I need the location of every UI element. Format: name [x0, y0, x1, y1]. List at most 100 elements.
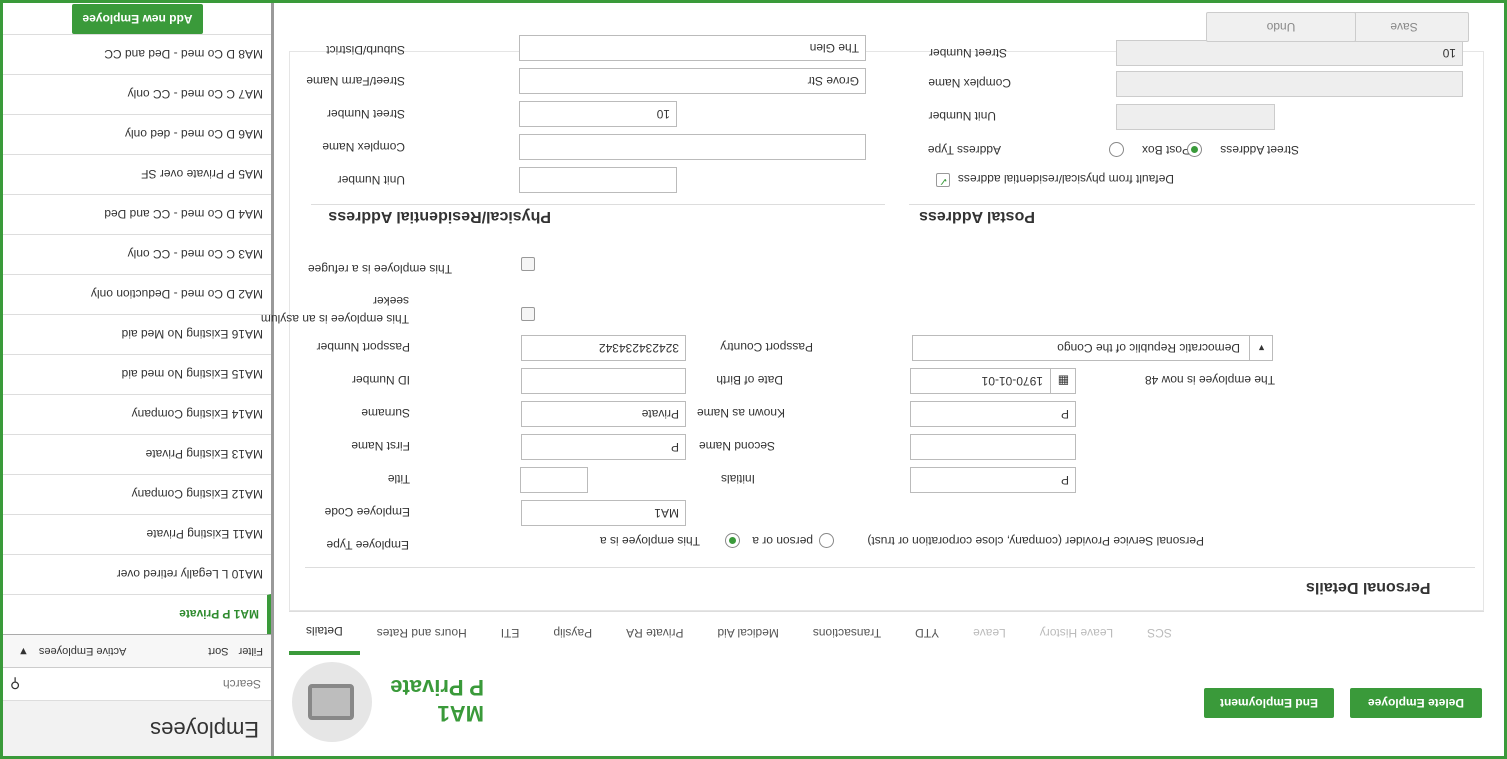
psp-radio[interactable] [819, 533, 834, 548]
employee-sidebar: Employees ⚲ Filter Sort Active Employees… [0, 3, 274, 756]
list-item[interactable]: MA15 Existing No med aid [1, 354, 271, 394]
filter-bar: Filter Sort Active Employees ▼ [0, 634, 271, 667]
list-item[interactable]: MA7 C Co med - CC only [1, 74, 271, 114]
tab-hours-and-rates[interactable]: Hours and Rates [360, 612, 484, 656]
employee-code-field[interactable]: MA1 [521, 500, 686, 526]
unit-number-field[interactable] [519, 167, 677, 193]
list-item[interactable]: MA1 P Private [1, 594, 271, 634]
list-item[interactable]: MA5 P Private over SF [1, 154, 271, 194]
default-address-checkbox[interactable]: ✓ [936, 173, 950, 187]
tab-payslip[interactable]: Payslip [536, 612, 609, 656]
person-radio[interactable] [725, 533, 740, 548]
tab-medical-aid[interactable]: Medical Aid [700, 612, 795, 656]
tab-scs[interactable]: SCS [1130, 612, 1189, 656]
asylum-label: This employee is an asylum seeker [260, 294, 409, 326]
second-name-label: Second Name [698, 439, 775, 453]
filter-dropdown[interactable]: Active Employees [39, 645, 126, 657]
complex-name-field[interactable] [519, 134, 866, 160]
unit-number-label: Unit Number [337, 173, 405, 187]
known-as-label: Known as Name [696, 406, 785, 420]
second-name-field[interactable] [910, 434, 1076, 460]
list-item[interactable]: MA3 C Co med - CC only [1, 234, 271, 274]
sort-link[interactable]: Sort [208, 645, 228, 657]
title-label: Title [387, 472, 410, 486]
list-item[interactable]: MA2 D Co med - Deduction only [1, 274, 271, 314]
street-address-label: Street Address [1220, 143, 1299, 157]
street-name-field[interactable]: Grove Str [519, 68, 866, 94]
surname-field[interactable]: Private [521, 401, 686, 427]
complex-name-label: Complex Name [322, 140, 405, 154]
employee-name-title: P Private [390, 675, 484, 700]
default-address-label: Default from physical/residential addres… [957, 172, 1174, 186]
save-button[interactable]: Save [1339, 12, 1469, 42]
tab-bar: Details Hours and Rates ETI Payslip Priv… [289, 611, 1484, 656]
list-item[interactable]: MA8 D Co med - Ded and CC [1, 34, 271, 74]
post-box-radio[interactable] [1109, 142, 1124, 157]
postal-unit-number-label: Unit Number [928, 109, 996, 123]
tab-leave-history[interactable]: Leave History [1023, 612, 1130, 656]
known-as-field[interactable]: P [910, 401, 1076, 427]
main-panel: MA1 P Private Delete Employee End Employ… [261, 3, 1504, 756]
filter-link[interactable]: Filter [239, 645, 263, 657]
list-item[interactable]: MA11 Existing Private [1, 514, 271, 554]
initials-field[interactable]: P [910, 467, 1076, 493]
list-item[interactable]: MA14 Existing Company [1, 394, 271, 434]
list-item[interactable]: MA13 Existing Private [1, 434, 271, 474]
id-number-field[interactable] [521, 368, 686, 394]
psp-radio-label: Personal Service Provider (company, clos… [867, 534, 1204, 548]
checkmark-icon: ✓ [938, 175, 948, 187]
postal-unit-number-field[interactable] [1116, 104, 1275, 130]
sidebar-title: Employees [0, 700, 271, 756]
chevron-down-icon[interactable]: ▼ [1249, 335, 1273, 361]
age-text: The employee is now 48 [1144, 373, 1275, 387]
list-item[interactable]: MA12 Existing Company [1, 474, 271, 514]
search-icon[interactable]: ⚲ [10, 676, 20, 693]
postal-complex-name-field[interactable] [1116, 71, 1463, 97]
passport-country-label: Passport Country [720, 340, 813, 354]
tab-private-ra[interactable]: Private RA [609, 612, 700, 656]
id-number-label: ID Number [351, 373, 410, 387]
list-item[interactable]: MA16 Existing No Med aid [1, 314, 271, 354]
passport-country-select[interactable]: Democratic Republic of the Congo [912, 335, 1273, 361]
tab-details[interactable]: Details [289, 611, 360, 656]
undo-button[interactable]: Undo [1206, 12, 1356, 42]
list-item[interactable]: MA10 L Legally retired over [1, 554, 271, 594]
post-box-label: Post Box [1141, 143, 1190, 157]
employee-title: MA1 P Private [390, 674, 484, 726]
passport-number-label: Passport Number [316, 340, 410, 354]
refugee-label: This employee is a refugee [307, 262, 452, 276]
postal-complex-name-label: Complex Name [928, 76, 1011, 90]
end-employment-button[interactable]: End Employment [1204, 688, 1334, 718]
tab-leave[interactable]: Leave [956, 612, 1023, 656]
passport-number-field[interactable]: 324234234342 [521, 335, 686, 361]
employee-list: MA1 P Private MA10 L Legally retired ove… [0, 34, 271, 634]
calendar-icon[interactable]: ▦ [1050, 368, 1076, 394]
tab-ytd[interactable]: YTD [898, 612, 956, 656]
physical-address-title: Physical/Residential Address [328, 208, 551, 225]
street-number-field[interactable]: 10 [519, 101, 677, 127]
add-employee-button[interactable]: Add new Employee [72, 4, 203, 34]
employee-code-label: Employee Code [324, 505, 410, 519]
delete-employee-button[interactable]: Delete Employee [1350, 688, 1482, 718]
employee-type-prefix: This employee is a [599, 534, 700, 548]
surname-label: Surname [361, 406, 410, 420]
list-item[interactable]: MA4 D Co med - CC and Ded [1, 194, 271, 234]
asylum-checkbox[interactable] [521, 307, 535, 321]
street-number-label: Street Number [326, 107, 405, 121]
person-radio-label: person or a [752, 534, 813, 548]
avatar[interactable] [292, 662, 372, 742]
refugee-checkbox[interactable] [521, 257, 535, 271]
search-input[interactable] [20, 677, 261, 691]
list-item[interactable]: MA6 D Co med - ded only [1, 114, 271, 154]
street-address-radio[interactable] [1187, 142, 1202, 157]
dob-label: Date of Birth [716, 373, 783, 387]
street-name-label: Street/Farm Name [306, 74, 405, 88]
chevron-down-icon[interactable]: ▼ [18, 645, 29, 657]
details-form: Personal Details Employee Type This empl… [261, 35, 1484, 611]
tab-eti[interactable]: ETI [484, 612, 537, 656]
image-placeholder-icon [308, 684, 354, 720]
action-bar: Save Undo [274, 3, 1504, 51]
first-name-field[interactable]: P [521, 434, 686, 460]
tab-transactions[interactable]: Transactions [796, 612, 898, 656]
title-field[interactable] [520, 467, 588, 493]
